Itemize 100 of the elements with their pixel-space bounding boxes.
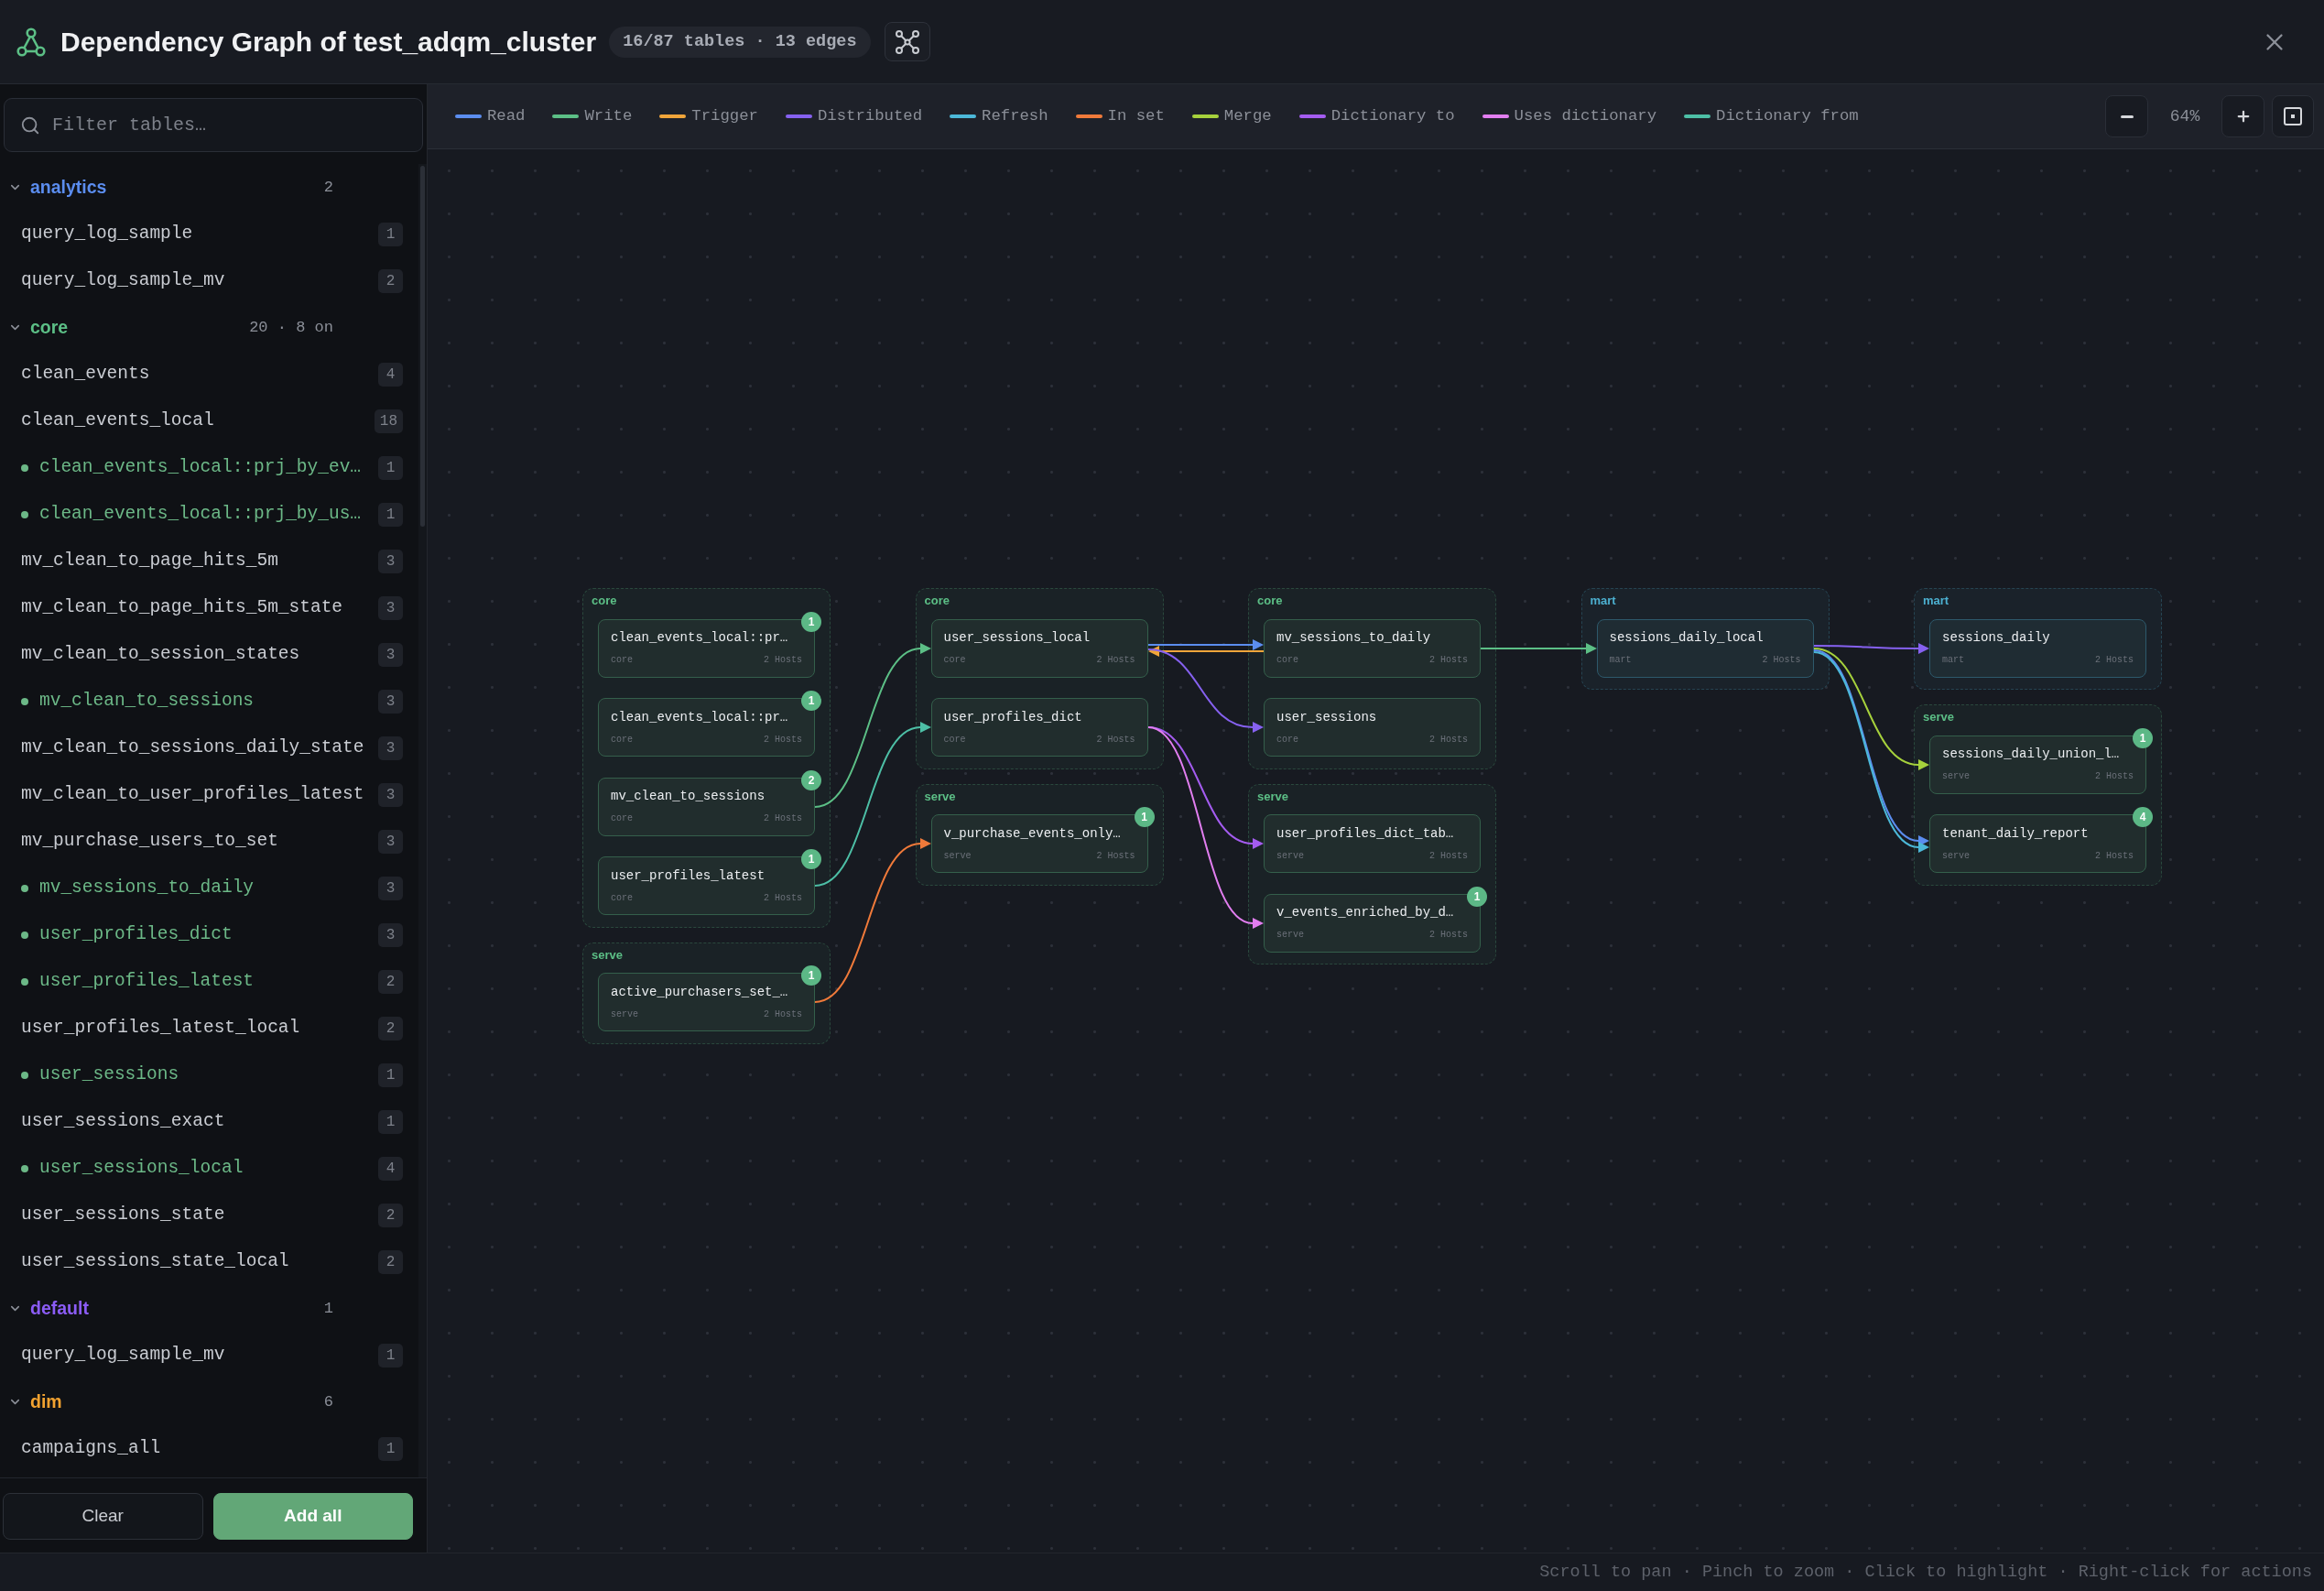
table-item[interactable]: user_sessions_local 4 (0, 1145, 418, 1192)
node-hosts: 2 Hosts (1096, 851, 1135, 861)
table-node[interactable]: user_sessions core 2 Hosts (1264, 698, 1481, 757)
count-badge: 1 (1134, 807, 1155, 827)
node-schema: serve (943, 851, 972, 861)
count-badge: 3 (378, 736, 403, 760)
table-item[interactable]: user_sessions_exact 1 (0, 1098, 418, 1145)
table-node[interactable]: mv_sessions_to_daily core 2 Hosts (1264, 618, 1481, 678)
legend-label: Read (487, 106, 526, 127)
group-label: serve (592, 947, 623, 963)
node-hosts: 2 Hosts (764, 814, 802, 823)
node-schema: serve (1942, 772, 1970, 781)
count-badge: 18 (374, 409, 403, 433)
node-schema: core (1276, 735, 1298, 745)
zoom-in-button[interactable] (2221, 95, 2264, 137)
legend-label: Merge (1223, 106, 1272, 127)
table-item[interactable]: mv_clean_to_sessions_daily_state 3 (0, 725, 418, 771)
graph-nodes-icon (16, 27, 46, 57)
node-hosts: 2 Hosts (1096, 656, 1135, 665)
table-item[interactable]: clean_events_local::prj_by_us… 1 (0, 491, 418, 538)
node-title: user_sessions_local (943, 631, 1091, 644)
group-label: core (924, 594, 950, 608)
count-badge: 3 (378, 876, 403, 900)
node-title: v_purchase_events_only… (943, 826, 1122, 840)
table-item[interactable]: user_sessions 1 (0, 1052, 418, 1098)
table-item[interactable]: clean_events 4 (0, 351, 418, 398)
window-title: Dependency Graph of test_adqm_cluster (60, 26, 597, 59)
table-item[interactable]: mv_clean_to_user_profiles_latest 3 (0, 771, 418, 818)
table-item[interactable]: query_log_sample_mv 2 (0, 257, 418, 304)
count-badge: 2 (378, 1203, 403, 1227)
table-node[interactable]: sessions_daily_local mart 2 Hosts (1596, 618, 1814, 678)
table-item[interactable]: mv_purchase_users_to_set 3 (0, 818, 418, 865)
node-hosts: 2 Hosts (2095, 851, 2134, 861)
legend-label: Write (584, 106, 633, 127)
table-item[interactable]: user_sessions_state_local 2 (0, 1238, 418, 1285)
group-label: serve (924, 789, 956, 804)
table-item[interactable]: clean_events_local::prj_by_ev… 1 (0, 444, 418, 491)
filter-field[interactable]: Filter tables… (4, 98, 423, 152)
table-item[interactable]: mv_clean_to_sessions 3 (0, 678, 418, 725)
schema-header[interactable]: dim 6 (0, 1379, 418, 1425)
table-node[interactable]: user_sessions_local core 2 Hosts (930, 618, 1148, 678)
node-schema: serve (611, 1009, 638, 1019)
table-item[interactable]: mv_sessions_to_daily 3 (0, 865, 418, 911)
count-badge: 1 (378, 502, 403, 527)
table-count: 1 (323, 1298, 333, 1319)
node-hosts: 2 Hosts (764, 1009, 802, 1019)
table-node[interactable]: user_profiles_dict core 2 Hosts (930, 698, 1148, 757)
scrollbar-thumb[interactable] (420, 166, 425, 527)
table-item[interactable]: campaigns_all 1 (0, 1425, 418, 1472)
group-label: mart (1923, 594, 1949, 608)
count-badge: 2 (378, 969, 403, 994)
count-badge: 1 (801, 611, 821, 632)
table-item[interactable]: mv_clean_to_page_hits_5m_state 3 (0, 584, 418, 631)
group-label: core (1257, 594, 1283, 608)
node-title: mv_sessions_to_daily (1276, 631, 1432, 644)
schema-header[interactable]: core 20 · 8 on (0, 304, 418, 351)
count-badge: 3 (378, 642, 403, 667)
table-item[interactable]: mv_clean_to_page_hits_5m 3 (0, 538, 418, 584)
node-schema: serve (1942, 851, 1970, 861)
count-badge: 4 (2133, 807, 2153, 827)
node-schema: core (611, 893, 633, 903)
count-badge: 3 (378, 549, 403, 573)
table-item[interactable]: user_sessions_state 2 (0, 1192, 418, 1238)
table-item[interactable]: query_log_sample_mv 1 (0, 1332, 418, 1379)
node-hosts: 2 Hosts (2095, 772, 2134, 781)
node-schema: core (1276, 656, 1298, 665)
count-badge: 1 (378, 1436, 403, 1461)
node-hosts: 2 Hosts (2095, 656, 2134, 665)
schema-header[interactable]: analytics 2 (0, 164, 418, 211)
node-hosts: 2 Hosts (764, 656, 802, 665)
table-item[interactable]: query_log_sample 1 (0, 211, 418, 257)
graph-view-button[interactable] (884, 22, 930, 61)
schema-header[interactable]: default 1 (0, 1285, 418, 1332)
count-badge: 1 (801, 965, 821, 986)
network-icon (895, 29, 919, 54)
table-node[interactable]: user_profiles_dict_tab… serve 2 Hosts (1264, 814, 1481, 873)
table-item[interactable]: user_profiles_latest 2 (0, 958, 418, 1005)
node-title: v_events_enriched_by_d… (1276, 906, 1455, 919)
count-badge: 4 (378, 1156, 403, 1181)
node-schema: core (611, 656, 633, 665)
count-badge: 1 (378, 1343, 403, 1368)
count-badge: 1 (378, 455, 403, 480)
table-item[interactable]: user_profiles_latest_local 2 (0, 1005, 418, 1052)
node-schema: core (943, 656, 966, 665)
minus-icon (2120, 114, 2134, 118)
stats-badge: 16/87 tables · 13 edges (609, 26, 871, 58)
zoom-level: 64% (2168, 105, 2201, 127)
table-node[interactable]: sessions_daily mart 2 Hosts (1929, 618, 2146, 678)
node-hosts: 2 Hosts (1096, 735, 1135, 745)
table-count: 2 (323, 177, 333, 198)
table-item[interactable]: clean_events_local 18 (0, 398, 418, 444)
table-item[interactable]: user_profiles_dict 3 (0, 911, 418, 958)
count-badge: 1 (801, 849, 821, 869)
node-title: user_sessions (1276, 710, 1378, 724)
count-badge: 1 (1467, 886, 1487, 907)
count-badge: 2 (801, 769, 821, 790)
fit-view-button[interactable] (2272, 95, 2314, 137)
table-item[interactable]: mv_clean_to_session_states 3 (0, 631, 418, 678)
scrollbar-track[interactable] (418, 164, 427, 1477)
clear-button[interactable]: Clear (3, 1493, 203, 1540)
